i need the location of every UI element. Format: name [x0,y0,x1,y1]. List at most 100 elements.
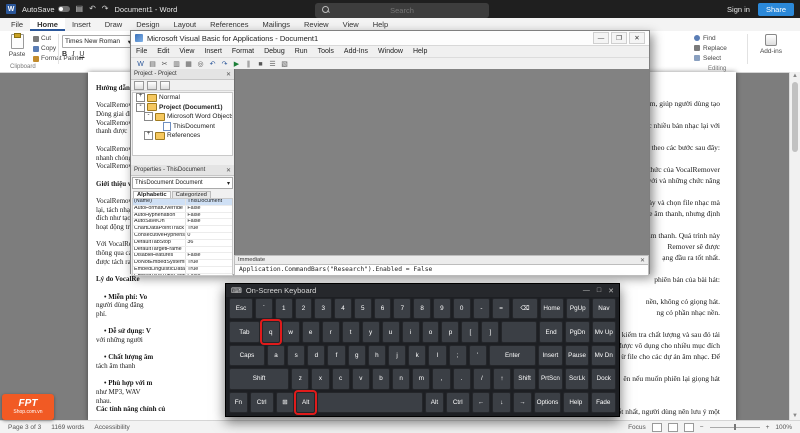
key[interactable]: 9 [433,298,451,319]
save-icon[interactable]: ▤ [148,60,157,69]
close-icon[interactable]: ✕ [640,257,645,264]
vba-menu-item[interactable]: File [131,48,152,55]
word-count[interactable]: 1169 words [51,424,84,431]
expander-icon[interactable]: - [144,112,153,121]
underline-button[interactable]: U [79,51,84,58]
key[interactable]: PrtScn [538,368,563,389]
property-row[interactable]: ConsecutiveHyphensLimit 0 [133,233,232,240]
word-icon[interactable]: W [136,60,145,69]
arrow-up-key[interactable]: ↑ [493,368,511,389]
key[interactable]: PgUp [566,298,590,319]
vba-titlebar[interactable]: Microsoft Visual Basic for Applications … [131,31,649,46]
restore-button[interactable]: ❐ [611,32,627,44]
cut-button[interactable]: Cut [33,35,51,42]
close-button[interactable]: ✕ [608,287,614,295]
key[interactable]: f [327,345,345,366]
scrollbar-thumb[interactable] [792,82,798,152]
key[interactable]: c [332,368,350,389]
key[interactable]: 2 [295,298,313,319]
italic-button[interactable]: I [72,50,74,58]
paste-icon[interactable]: ▦ [184,60,193,69]
autosave-toggle[interactable]: AutoSave [22,5,70,14]
key[interactable]: . [453,368,471,389]
page-indicator[interactable]: Page 3 of 3 [8,424,41,431]
select-button[interactable]: Select [694,53,742,63]
project-tree-item[interactable]: ThisDocument [133,122,232,132]
key[interactable]: ScrLk [565,368,590,389]
key[interactable]: Pause [565,345,590,366]
key[interactable]: w [282,321,300,342]
key[interactable]: Caps [229,345,265,366]
key[interactable]: ] [481,321,499,342]
redo-icon[interactable]: ↷ [220,60,229,69]
view-object-icon[interactable] [147,81,157,90]
replace-button[interactable]: Replace [694,43,742,53]
property-row[interactable]: DoNotEmbedSystemFonts True [133,260,232,267]
read-mode-icon[interactable] [652,423,662,432]
close-icon[interactable]: ✕ [226,71,231,78]
zoom-level[interactable]: 100% [775,424,792,431]
accessibility-status[interactable]: Accessibility [94,424,129,431]
key[interactable]: r [322,321,340,342]
project-tree-item[interactable]: + Normal [133,93,232,103]
search-input[interactable] [315,3,489,18]
enter-upper-key[interactable] [501,321,537,342]
vba-menu-item[interactable]: Insert [199,48,227,55]
view-code-icon[interactable] [134,81,144,90]
ribbon-tab[interactable]: Draw [98,18,130,31]
key[interactable]: PgDn [565,321,589,342]
key[interactable]: d [307,345,325,366]
key[interactable]: 7 [393,298,411,319]
reset-icon[interactable]: ■ [256,60,265,69]
vba-menu-item[interactable]: Help [408,48,432,55]
properties-window-icon[interactable]: ▧ [280,60,289,69]
key[interactable]: Esc [229,298,253,319]
property-row[interactable]: EmbedTrueTypeFonts False [133,274,232,276]
find-button[interactable]: Find [694,33,742,43]
key[interactable]: v [352,368,370,389]
key[interactable]: Ctrl [250,392,274,413]
key-alt-highlighted[interactable]: Alt [296,392,315,413]
key[interactable]: ` [255,298,273,319]
project-explorer-icon[interactable]: ☰ [268,60,277,69]
sign-in-button[interactable]: Sign in [727,5,750,14]
key[interactable]: y [362,321,380,342]
property-row[interactable]: AutoSaveOn False [133,219,232,226]
cut-icon[interactable]: ✂ [160,60,169,69]
key[interactable]: j [388,345,406,366]
close-button[interactable]: ✕ [629,32,645,44]
key[interactable]: Mv Dn [591,345,616,366]
key[interactable]: / [473,368,491,389]
key[interactable]: 5 [354,298,372,319]
vba-menu-item[interactable]: Run [290,48,313,55]
property-row[interactable]: ChartDataPointTrack True [133,226,232,233]
immediate-code[interactable]: Application.CommandBars("Research").Enab… [234,265,649,276]
property-row[interactable]: DisableFeatures False [133,253,232,260]
ribbon-tab[interactable]: Insert [65,18,98,31]
expander-icon[interactable]: + [136,93,145,102]
minimize-button[interactable]: — [593,32,609,44]
key[interactable]: b [372,368,390,389]
toggle-folders-icon[interactable] [160,81,170,90]
space-key[interactable] [317,392,423,413]
key[interactable]: Enter [489,345,536,366]
key[interactable]: g [348,345,366,366]
ribbon-tab[interactable]: File [4,18,30,31]
key[interactable]: Ctrl [446,392,470,413]
share-button[interactable]: Share [758,3,794,16]
object-selector[interactable]: ThisDocument Document ▾ [132,177,233,189]
copy-button[interactable]: Copy [33,45,56,52]
key[interactable]: n [392,368,410,389]
key[interactable]: 0 [453,298,471,319]
vba-menu-item[interactable]: Format [227,48,259,55]
vba-menu-item[interactable]: View [174,48,199,55]
key[interactable]: Shift [513,368,536,389]
undo-icon[interactable]: ↶ [208,60,217,69]
print-layout-icon[interactable] [668,423,678,432]
key[interactable]: 8 [413,298,431,319]
zoom-slider[interactable] [710,427,760,428]
key[interactable]: m [412,368,430,389]
key[interactable]: o [422,321,440,342]
backspace-key[interactable]: ⌫ [512,298,538,319]
key[interactable]: k [408,345,426,366]
